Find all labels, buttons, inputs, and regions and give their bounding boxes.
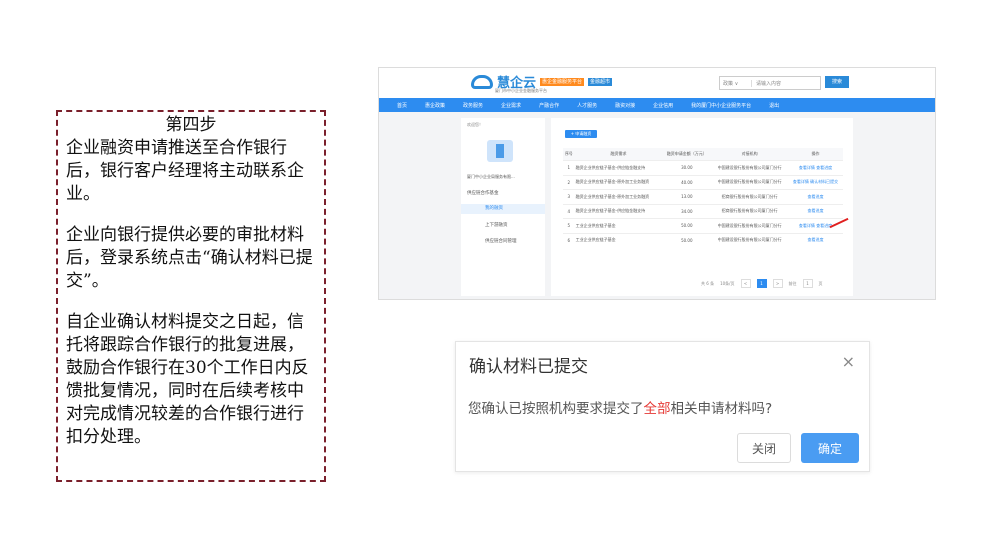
company-name: 厦门中小企业局服务有限...: [467, 174, 515, 179]
cell-no: 6: [563, 232, 575, 247]
cell-need: 工业企业供应链子基金: [574, 218, 663, 233]
dialog-close-button[interactable]: 关闭: [737, 433, 791, 463]
nav-item-logout[interactable]: 退出: [769, 102, 779, 109]
step-paragraph-2: 企业向银行提供必要的审批材料后，登录系统点击“确认材料已提交”。: [66, 225, 313, 291]
cell-need: 融资企业供应链子基金-供应链金融支持: [574, 160, 663, 175]
app-header: 慧企云 惠企金融服务平台 金融超市 厦门市中小企业金融服务平台 政策 ∨ 请输入…: [379, 68, 935, 98]
table-row: 5 工业企业供应链子基金 50.00 中国建设银行股份有限公司厦门分行 查看详情…: [563, 218, 843, 233]
col-header-ops: 操作: [787, 148, 843, 161]
nav-item-gov-service[interactable]: 政务服务: [463, 102, 483, 109]
col-header-amount: 融资申请金额（万元）: [662, 148, 712, 161]
col-header-no: 序号: [563, 148, 575, 161]
cell-need: 融资企业供应链子基金-原外加工业务融资: [574, 174, 663, 190]
step-annotation-box: 第四步 企业融资申请推送至合作银行后，银行客户经理将主动联系企业。 企业向银行提…: [56, 110, 326, 482]
financing-table: 序号 融资需求 融资申请金额（万元） 对接机构 操作 1 融资企业供应链子基金-…: [563, 148, 843, 247]
pager-page-unit: 页: [818, 280, 823, 286]
message-prefix: 您确认已按照机构要求提交了: [468, 401, 644, 417]
nav-item-financing[interactable]: 融资对接: [615, 102, 635, 109]
row-actions[interactable]: 查看进度: [787, 189, 843, 204]
cell-bank: 招商银行股份有限公司厦门分行: [711, 203, 788, 219]
nav-item-cooperation[interactable]: 产融合作: [539, 102, 559, 109]
row-actions[interactable]: 查看进度: [787, 203, 843, 219]
dialog-title: 确认材料已提交: [469, 357, 588, 377]
cell-no: 2: [563, 174, 575, 190]
nav-item-my-platform[interactable]: 我的厦门中小企业服务平台: [691, 102, 751, 109]
search-input[interactable]: 请输入内容: [752, 80, 781, 87]
row-actions[interactable]: 查看详情 查看进度: [787, 160, 843, 175]
nav-item-policy[interactable]: 惠企政策: [425, 102, 445, 109]
apply-financing-button[interactable]: + 申请融资: [565, 130, 597, 138]
table-row: 6 工业企业供应链子基金 50.00 中国建设银行股份有限公司厦门分行 查看进度: [563, 232, 843, 247]
welcome-text: 欢迎您！: [467, 122, 483, 127]
pager-goto-input[interactable]: 1: [802, 279, 813, 288]
cell-amount: 30.00: [662, 160, 712, 175]
search-box[interactable]: 政策 ∨ 请输入内容: [719, 76, 821, 90]
dialog-message: 您确认已按照机构要求提交了全部相关申请材料吗?: [468, 397, 772, 417]
cell-need: 融资企业供应链子基金-供应链金融支持: [574, 203, 663, 219]
sidebar-item-my-financing[interactable]: 我的融资: [461, 204, 545, 214]
step-paragraph-3: 自企业确认材料提交之日起，信托将跟踪合作银行的批复进展，鼓励合作银行在30个工作…: [66, 312, 309, 447]
step-paragraph-1: 企业融资申请推送至合作银行后，银行客户经理将主动联系企业。: [66, 138, 304, 204]
cell-amount: 13.00: [662, 189, 712, 204]
pagination: 共 6 条 10条/页 < 1 > 前往 1 页: [701, 279, 823, 288]
company-avatar-icon: [487, 140, 513, 162]
cell-no: 4: [563, 203, 575, 219]
table-row: 3 融资企业供应链子基金-原外加工业务融资 13.00 招商银行股份有限公司厦门…: [563, 189, 843, 204]
close-icon[interactable]: ×: [842, 352, 855, 371]
sidebar-item-chain-financing[interactable]: 上下游融资: [485, 222, 508, 228]
main-nav: 首页 惠企政策 政务服务 企业需求 产融合作 人才服务 融资对接 企业信用 我的…: [379, 98, 935, 112]
table-row: 4 融资企业供应链子基金-供应链金融支持 34.00 招商银行股份有限公司厦门分…: [563, 203, 843, 219]
message-suffix: 相关申请材料吗?: [670, 401, 773, 417]
cell-bank: 中国建设银行股份有限公司厦门分行: [711, 218, 788, 233]
nav-item-talent[interactable]: 人才服务: [577, 102, 597, 109]
main-panel: + 申请融资 序号 融资需求 融资申请金额（万元） 对接机构 操作 1 融资企业…: [551, 118, 853, 296]
nav-item-home[interactable]: 首页: [397, 102, 407, 109]
sidebar-group-supply-chain[interactable]: 供应链合作基金: [467, 190, 499, 196]
pager-next-button[interactable]: >: [772, 279, 783, 288]
cell-no: 1: [563, 160, 575, 175]
nav-item-needs[interactable]: 企业需求: [501, 102, 521, 109]
cell-amount: 34.00: [662, 203, 712, 219]
pager-size-select[interactable]: 10条/页: [720, 281, 734, 287]
col-header-bank: 对接机构: [711, 148, 788, 161]
cell-bank: 招商银行股份有限公司厦门分行: [711, 189, 788, 204]
cell-need: 工业企业供应链子基金: [574, 232, 663, 247]
step-title: 第四步: [165, 115, 217, 135]
pager-total: 共 6 条: [701, 280, 715, 286]
sidebar-item-contract-mgmt[interactable]: 供应链合同管理: [485, 238, 517, 244]
table-row: 1 融资企业供应链子基金-供应链金融支持 30.00 中国建设银行股份有限公司厦…: [563, 160, 843, 175]
search-button[interactable]: 搜索: [825, 76, 849, 88]
app-screenshot: 慧企云 惠企金融服务平台 金融超市 厦门市中小企业金融服务平台 政策 ∨ 请输入…: [378, 67, 936, 300]
cell-no: 5: [563, 218, 575, 233]
logo-subtitle: 厦门市中小企业金融服务平台: [495, 88, 547, 93]
row-actions[interactable]: 查看进度: [787, 232, 843, 247]
cloud-logo-icon: [471, 74, 493, 89]
row-actions[interactable]: 查看详情 确认材料已提交: [787, 174, 843, 190]
pager-goto-label: 前往: [788, 280, 797, 286]
cell-bank: 中国建设银行股份有限公司厦门分行: [711, 232, 788, 247]
cell-no: 3: [563, 189, 575, 204]
search-category-select[interactable]: 政策 ∨: [720, 79, 752, 87]
cell-need: 融资企业供应链子基金-原外加工业务融资: [574, 189, 663, 204]
cell-amount: 50.00: [662, 232, 712, 247]
message-highlight: 全部: [643, 401, 671, 417]
pager-prev-button[interactable]: <: [740, 279, 751, 288]
cell-bank: 中国建设银行股份有限公司厦门分行: [711, 174, 788, 190]
confirm-dialog: 确认材料已提交 × 您确认已按照机构要求提交了全部相关申请材料吗? 关闭 确定: [455, 341, 870, 472]
left-sidebar: 欢迎您！ 厦门中小企业局服务有限... 供应链合作基金 我的融资 上下游融资 供…: [461, 118, 545, 296]
pager-page-1[interactable]: 1: [756, 279, 767, 288]
cell-amount: 50.00: [662, 218, 712, 233]
table-row: 2 融资企业供应链子基金-原外加工业务融资 40.00 中国建设银行股份有限公司…: [563, 174, 843, 190]
cell-bank: 中国建设银行股份有限公司厦门分行: [711, 160, 788, 175]
nav-item-credit[interactable]: 企业信用: [653, 102, 673, 109]
col-header-need: 融资需求: [574, 148, 663, 161]
dialog-confirm-button[interactable]: 确定: [801, 433, 859, 463]
logo-badge: 惠企金融服务平台: [540, 77, 585, 86]
logo-badge-2: 金融超市: [588, 77, 613, 86]
cell-amount: 40.00: [662, 174, 712, 190]
